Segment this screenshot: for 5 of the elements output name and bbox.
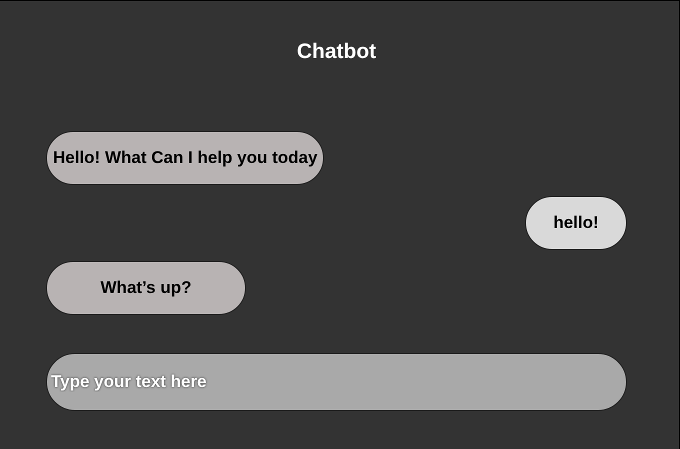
message-input-field[interactable]: Type your text here	[46, 353, 627, 411]
bot-message-bubble: Hello! What Can I help you today	[46, 131, 324, 185]
bot-message-bubble: What’s up?	[46, 261, 246, 315]
chat-title: Chatbot	[296, 39, 376, 65]
user-message-bubble: hello!	[525, 196, 627, 250]
